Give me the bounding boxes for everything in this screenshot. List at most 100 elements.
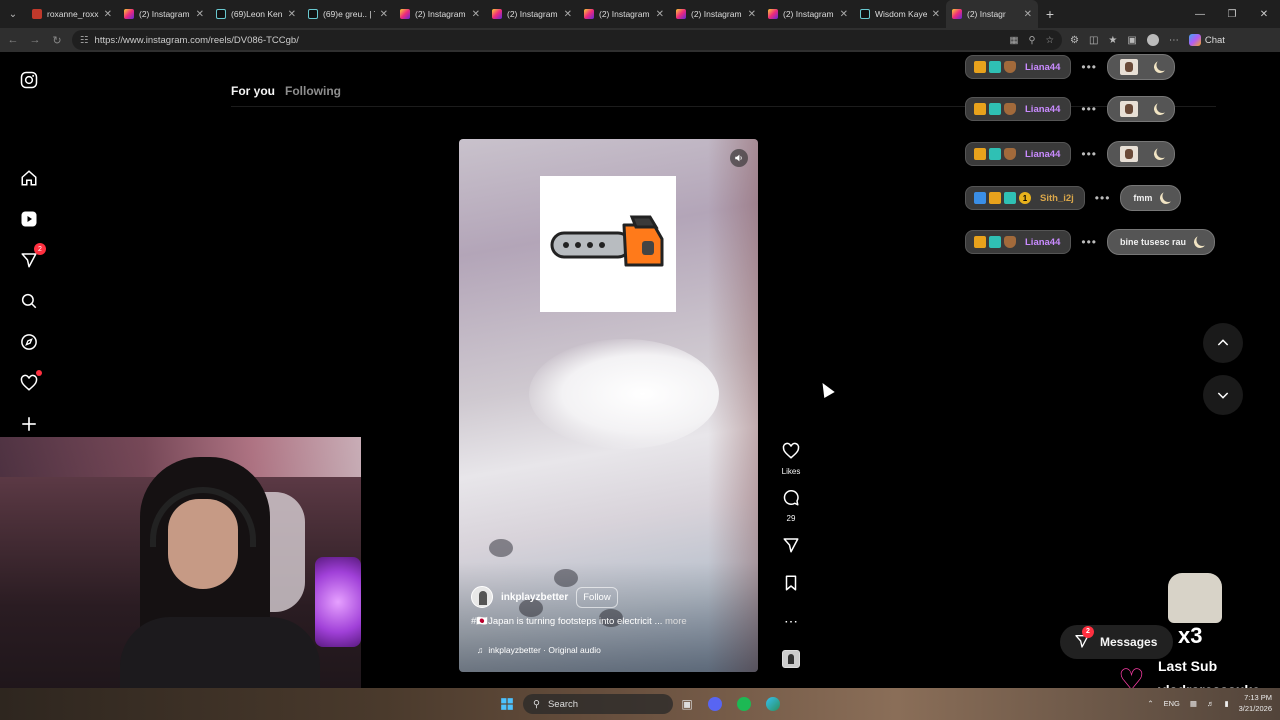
collections-icon[interactable]: ▣: [1127, 35, 1136, 46]
tiktok-icon: [860, 9, 870, 19]
save-action[interactable]: [779, 574, 803, 597]
tab-close-icon[interactable]: ✕: [196, 9, 204, 20]
language-indicator[interactable]: ENG: [1164, 699, 1180, 708]
url-field[interactable]: ☷ https://www.instagram.com/reels/DV086-…: [72, 30, 1062, 50]
chat-message-bubble: [1107, 54, 1175, 80]
comment-icon[interactable]: [782, 489, 800, 507]
browser-tab[interactable]: (2) Instagr ✕: [946, 0, 1038, 28]
browser-tab[interactable]: (2) Instagram ✕: [578, 0, 670, 28]
site-info-icon[interactable]: ☷: [80, 35, 89, 46]
discord-icon[interactable]: [706, 694, 724, 714]
home-icon[interactable]: [18, 167, 40, 189]
browser-tab[interactable]: (2) Instagram ✕: [486, 0, 578, 28]
author-username[interactable]: inkplayzbetter: [501, 592, 568, 603]
previous-reel-button[interactable]: [1203, 323, 1243, 363]
browser-tab[interactable]: (2) Instagram ✕: [670, 0, 762, 28]
close-window-icon[interactable]: ✕: [1248, 0, 1280, 28]
network-icon[interactable]: ▦: [1190, 699, 1197, 708]
volume-tray-icon[interactable]: ♬: [1207, 699, 1215, 708]
tab-list-menu-icon[interactable]: ⌄: [0, 0, 26, 28]
tab-close-icon[interactable]: ✕: [748, 9, 756, 20]
chat-message-row: Liana44 •••: [965, 96, 1175, 122]
back-icon[interactable]: ←: [6, 34, 20, 46]
refresh-icon[interactable]: ↻: [50, 34, 64, 47]
instagram-icon: [492, 9, 502, 19]
chat-message-row: Liana44 •••: [965, 141, 1175, 167]
tab-close-icon[interactable]: ✕: [564, 9, 572, 20]
battery-icon[interactable]: ▮: [1224, 699, 1228, 708]
tab-close-icon[interactable]: ✕: [472, 9, 480, 20]
cat-emote-icon: [1168, 573, 1222, 623]
reel-video[interactable]: inkplayzbetter Follow #🇯🇵Japan is turnin…: [459, 139, 758, 672]
chat-username: Liana44: [1025, 236, 1061, 248]
share-action[interactable]: [779, 536, 803, 559]
browser-tab[interactable]: (2) Instagram ✕: [394, 0, 486, 28]
notifications-heart-icon[interactable]: [18, 370, 42, 394]
volume-icon[interactable]: [730, 149, 748, 167]
follow-button[interactable]: Follow: [576, 586, 618, 608]
share-icon[interactable]: [782, 536, 800, 554]
author-avatar[interactable]: [471, 586, 493, 608]
windows-start-icon[interactable]: [497, 694, 517, 714]
favorites-icon[interactable]: ★: [1108, 35, 1117, 46]
bits-badge-icon: [989, 61, 1001, 73]
explore-icon[interactable]: [18, 331, 40, 353]
browser-tab[interactable]: (69)Leon Kenne ✕: [210, 0, 302, 28]
next-reel-button[interactable]: [1203, 375, 1243, 415]
like-action[interactable]: Likes: [779, 442, 803, 476]
browser-tab[interactable]: (69)e greu.. | Ti ✕: [302, 0, 394, 28]
browser-tab[interactable]: (2) Instagram ✕: [118, 0, 210, 28]
edge-browser-icon[interactable]: [764, 694, 782, 714]
audio-thumbnail[interactable]: [779, 650, 803, 668]
create-plus-icon[interactable]: [18, 413, 40, 435]
reels-icon[interactable]: [18, 208, 40, 230]
forward-icon[interactable]: →: [28, 34, 42, 46]
more-options-icon[interactable]: ⋯: [779, 612, 803, 630]
search-icon[interactable]: [18, 290, 40, 312]
caption-more-link[interactable]: more: [665, 616, 687, 627]
maximize-icon[interactable]: ❐: [1216, 0, 1248, 28]
new-tab-button[interactable]: +: [1038, 6, 1062, 22]
comment-action[interactable]: 29: [779, 489, 803, 523]
taskbar-search[interactable]: ⚲ Search: [523, 694, 673, 714]
like-heart-icon[interactable]: [782, 442, 800, 460]
browser-tab[interactable]: roxanne_roxx d ✕: [26, 0, 118, 28]
chat-dots-icon: •••: [1081, 147, 1097, 161]
browser-tab[interactable]: (2) Instagram ✕: [762, 0, 854, 28]
more-menu-icon[interactable]: ⋯: [1169, 35, 1179, 46]
tab-for-you[interactable]: For you: [231, 84, 275, 98]
reel-audio[interactable]: ♫ inkplayzbetter · Original audio: [477, 645, 601, 655]
apps-icon[interactable]: ▦: [1010, 35, 1019, 46]
cup-badge-icon: [1004, 148, 1016, 160]
tab-label: (69)Leon Kenne: [231, 9, 283, 19]
spotify-icon[interactable]: [735, 694, 753, 714]
favorite-star-icon[interactable]: ☆: [1045, 35, 1054, 46]
profile-avatar-icon[interactable]: [1146, 34, 1159, 46]
extensions-icon[interactable]: ⚙: [1070, 35, 1079, 46]
chainsaw-sticker: [540, 176, 676, 312]
instagram-icon: [952, 9, 962, 19]
tray-chevron-icon[interactable]: ⌃: [1147, 699, 1153, 708]
minimize-icon[interactable]: —: [1184, 0, 1216, 28]
feed-tabs: For you Following: [231, 84, 341, 98]
tab-close-icon[interactable]: ✕: [288, 9, 296, 20]
tab-close-icon[interactable]: ✕: [1024, 9, 1032, 20]
taskbar-clock[interactable]: 7:13 PM 3/21/2026: [1239, 692, 1272, 714]
instagram-icon: [124, 9, 134, 19]
tab-close-icon[interactable]: ✕: [104, 9, 112, 20]
copilot-chat-button[interactable]: Chat: [1188, 34, 1225, 46]
tab-close-icon[interactable]: ✕: [932, 9, 940, 20]
screen: ⌄ roxanne_roxx d✕(2) Instagram✕(69)Leon …: [0, 0, 1280, 720]
task-view-icon[interactable]: ▣: [678, 694, 696, 714]
tab-following[interactable]: Following: [285, 84, 341, 98]
instagram-logo-icon[interactable]: [18, 69, 40, 91]
browser-tab[interactable]: Wisdom Kaye ✕: [854, 0, 946, 28]
bookmark-icon[interactable]: [782, 574, 800, 592]
tab-close-icon[interactable]: ✕: [840, 9, 848, 20]
direct-messages-icon[interactable]: 2: [18, 243, 46, 271]
tab-close-icon[interactable]: ✕: [656, 9, 664, 20]
tab-close-icon[interactable]: ✕: [380, 9, 388, 20]
emote-multiplier: x3: [1178, 623, 1203, 648]
zoom-icon[interactable]: ⚲: [1029, 35, 1036, 46]
split-screen-icon[interactable]: ◫: [1089, 35, 1098, 46]
